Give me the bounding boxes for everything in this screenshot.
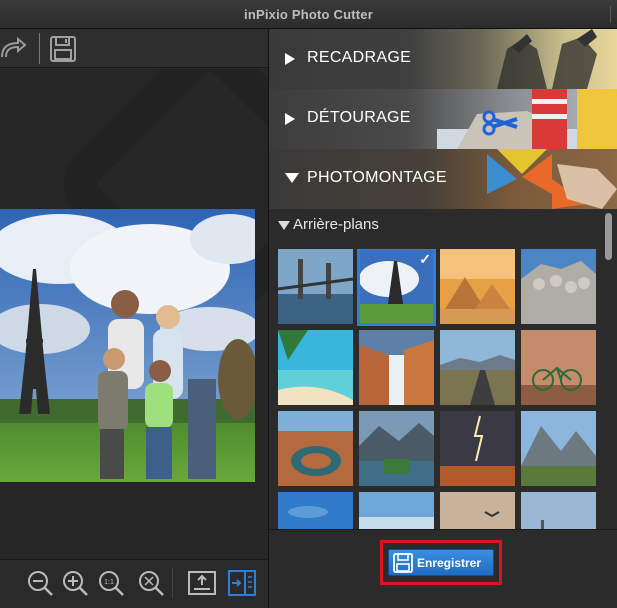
tools-panel: RECADRAGE DÉTOURAGE PHOTOMONTAGE Arrière… xyxy=(269,29,617,608)
zoom-out-icon[interactable] xyxy=(25,568,55,598)
section-recadrage[interactable]: RECADRAGE xyxy=(269,29,617,89)
backgrounds-header[interactable]: Arrière-plans xyxy=(269,211,617,239)
thumbnail-blue-sky[interactable] xyxy=(278,492,353,529)
scrollbar-thumb[interactable] xyxy=(605,213,612,260)
window-title: inPixio Photo Cutter xyxy=(244,6,373,22)
redo-icon[interactable] xyxy=(0,35,28,61)
thumbnail-desert-bird[interactable] xyxy=(440,492,515,529)
save-icon xyxy=(393,552,413,573)
save-button-label: Enregistrer xyxy=(417,555,482,570)
photo-preview[interactable] xyxy=(0,209,255,482)
thumbnail-canyon-waterfall[interactable] xyxy=(359,330,434,405)
export-icon[interactable] xyxy=(187,568,217,598)
title-bar: inPixio Photo Cutter xyxy=(0,0,617,29)
thumbnail-pyramids[interactable] xyxy=(440,249,515,324)
top-toolbar xyxy=(0,29,268,68)
backgrounds-label: Arrière-plans xyxy=(293,216,379,233)
thumbnail-tropical-beach[interactable] xyxy=(278,330,353,405)
thumbnail-horseshoe-bend[interactable] xyxy=(278,411,353,486)
zoom-toolbar: 1:1 xyxy=(0,559,268,608)
expand-arrow-icon xyxy=(285,53,295,65)
thumbnail-island-stadium[interactable] xyxy=(359,411,434,486)
canvas-panel: 1:1 xyxy=(0,29,268,608)
collapse-arrow-icon xyxy=(285,173,299,183)
section-label: RECADRAGE xyxy=(307,49,412,66)
title-bar-edge xyxy=(610,6,611,23)
thumbnail-eiffel-tower[interactable]: ✓ xyxy=(357,249,436,326)
thumbnail-desert-road[interactable] xyxy=(440,330,515,405)
panel-toggle-icon[interactable] xyxy=(227,568,257,598)
thumbnail-ice-landscape[interactable] xyxy=(359,492,434,529)
canvas-area[interactable] xyxy=(0,69,268,559)
selected-check-icon: ✓ xyxy=(419,251,431,267)
zoom-actual-label: 1:1 xyxy=(104,579,114,586)
zoom-in-icon[interactable] xyxy=(60,568,90,598)
panel-footer: Enregistrer xyxy=(269,529,617,608)
thumbnail-mountain-valley[interactable] xyxy=(521,411,596,486)
section-label: DÉTOURAGE xyxy=(307,109,411,126)
thumbnail-bicycle-wall[interactable] xyxy=(521,330,596,405)
thumbnail-bridge[interactable] xyxy=(278,249,353,324)
collapse-arrow-icon xyxy=(278,221,290,230)
section-label: PHOTOMONTAGE xyxy=(307,169,447,186)
save-icon[interactable] xyxy=(48,34,78,64)
section-photomontage[interactable]: PHOTOMONTAGE xyxy=(269,149,617,209)
detourage-banner-image xyxy=(437,89,617,149)
save-button-highlight: Enregistrer xyxy=(380,540,502,585)
toolbar-separator xyxy=(39,33,40,64)
zoom-fit-icon[interactable] xyxy=(136,568,166,598)
backgrounds-scrollbar[interactable] xyxy=(603,211,614,529)
recadrage-banner-image xyxy=(497,29,597,89)
thumbnail-mount-rushmore[interactable] xyxy=(521,249,596,324)
enregistrer-button[interactable]: Enregistrer xyxy=(388,549,494,576)
section-detourage[interactable]: DÉTOURAGE xyxy=(269,89,617,149)
photomontage-banner-image xyxy=(487,149,617,209)
backgrounds-grid: ✓ xyxy=(278,249,598,529)
zoom-actual-size-icon[interactable]: 1:1 xyxy=(96,568,126,598)
expand-arrow-icon xyxy=(285,113,295,125)
thumbnail-dusk-sky[interactable] xyxy=(521,492,596,529)
thumbnail-lightning-storm[interactable] xyxy=(440,411,515,486)
toolbar-separator xyxy=(172,568,173,598)
